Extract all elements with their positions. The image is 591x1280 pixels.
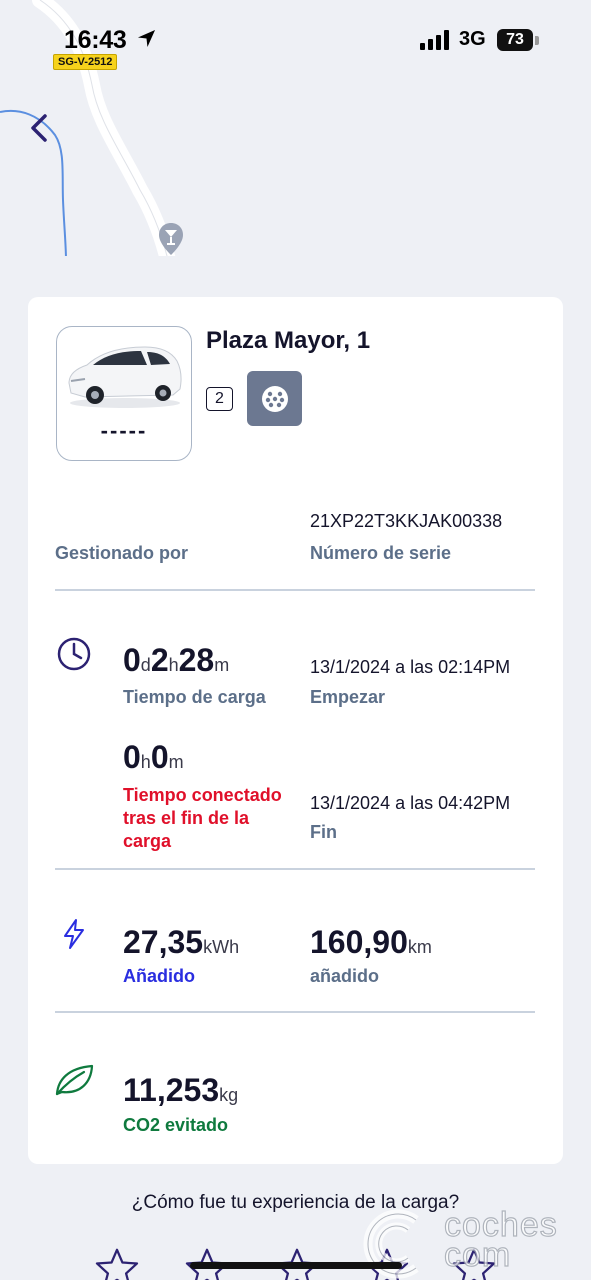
clock-icon — [56, 636, 92, 677]
ev-plug-icon — [261, 385, 288, 412]
station-name: Plaza Mayor, 1 — [206, 327, 371, 354]
connector-type-button[interactable] — [247, 371, 302, 426]
end-label: Fin — [310, 822, 337, 842]
network-type: 3G — [459, 28, 486, 50]
connected-after-label: Tiempo conectado tras el fin de la carga — [123, 785, 282, 851]
start-time-value: 13/1/2024 a las 02:14PM — [310, 657, 511, 677]
signal-strength-icon — [420, 30, 450, 55]
back-button[interactable] — [28, 110, 52, 150]
chevron-left-icon — [31, 114, 47, 142]
battery-tip — [535, 36, 539, 45]
leaf-icon — [54, 1063, 96, 1102]
start-label: Empezar — [310, 687, 386, 707]
home-indicator[interactable] — [190, 1262, 402, 1269]
status-bar: 16:43 SG-V-2512 3G 73 — [0, 0, 591, 80]
vehicle-plate: ----- — [100, 418, 148, 443]
end-time-value: 13/1/2024 a las 04:42PM — [310, 793, 511, 813]
co2-avoided-label: CO2 evitado — [123, 1115, 229, 1135]
status-time: 16:43 — [64, 26, 127, 54]
car-icon — [68, 346, 182, 408]
range-added-label: añadido — [310, 966, 380, 986]
divider — [55, 589, 535, 591]
divider — [55, 1011, 535, 1013]
road-badge: SG-V-2512 — [53, 54, 118, 70]
energy-added-label: Añadido — [123, 966, 195, 986]
watermark-text-line2: com — [443, 1235, 512, 1274]
lightning-icon — [62, 918, 86, 955]
co2-avoided: 11,253kg — [123, 1072, 239, 1108]
connector-count-badge: 2 — [206, 387, 233, 411]
energy-added: 27,35kWh — [123, 924, 240, 960]
charge-duration: 0d2h28m — [123, 642, 230, 678]
range-added: 160,90km — [310, 924, 432, 960]
serial-number-label: Número de serie — [310, 543, 452, 563]
managed-by-label: Gestionado por — [55, 543, 189, 563]
divider — [55, 868, 535, 870]
connected-after-duration: 0h0m — [123, 739, 184, 775]
charge-time-label: Tiempo de carga — [123, 687, 266, 707]
battery-indicator: 73 — [497, 29, 533, 51]
serial-number-value: 21XP22T3KKJAK00338 — [310, 511, 503, 531]
location-arrow-icon — [137, 29, 156, 53]
star-outline-icon[interactable] — [93, 1248, 141, 1280]
